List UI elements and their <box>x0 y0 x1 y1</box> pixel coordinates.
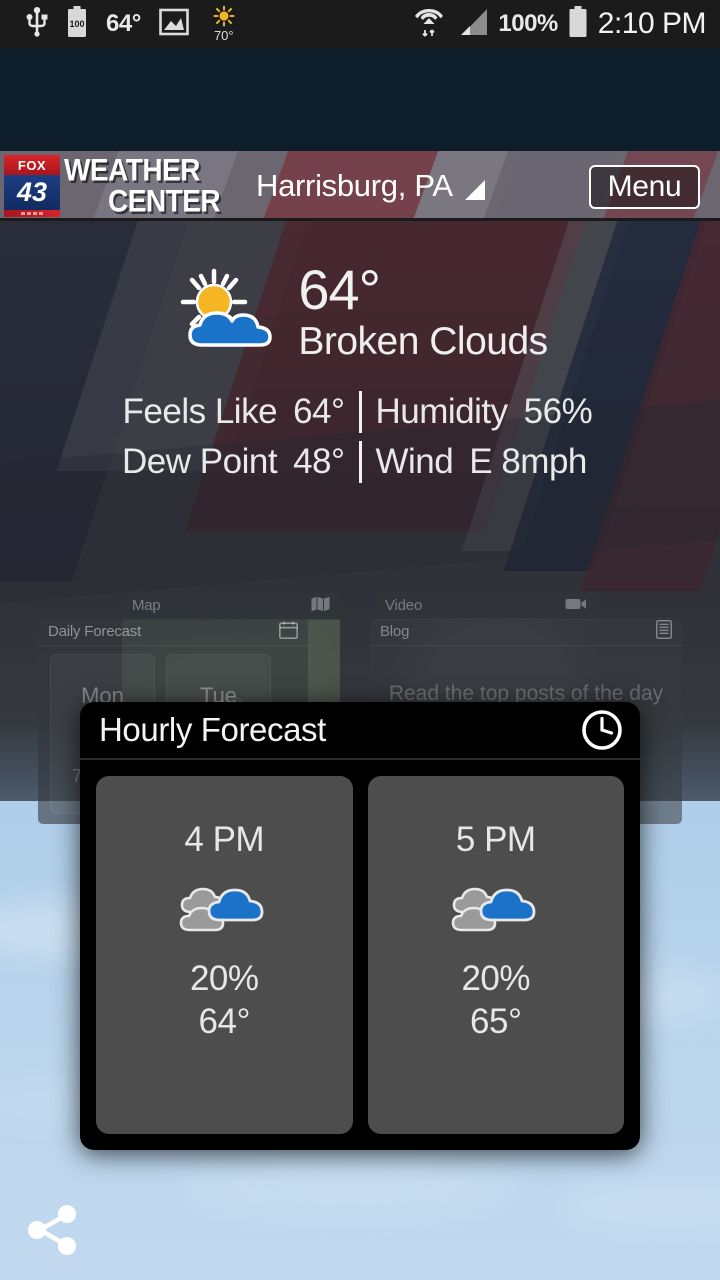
stat-label: Wind <box>376 442 454 482</box>
app-top-band <box>0 48 720 151</box>
fox43-logo: FOX 43 <box>4 155 60 217</box>
menu-button-label: Menu <box>608 170 682 204</box>
hourly-card[interactable]: 5 PM 20% 65° <box>368 776 625 1134</box>
hourly-temp: 65° <box>470 1001 521 1044</box>
tile-blog-header: Blog <box>370 618 682 646</box>
hourly-precip: 20% <box>190 958 259 1001</box>
cell-signal-icon <box>456 7 488 42</box>
tile-video-title: Video <box>385 597 422 614</box>
stat-wind: Wind E 8mph <box>362 442 610 482</box>
current-condition: Broken Clouds <box>298 320 547 365</box>
battery-100-icon: 100 <box>66 6 88 43</box>
stat-dew-point: Dew Point 48° <box>111 442 359 482</box>
article-icon <box>656 620 672 643</box>
stat-value: 56% <box>524 392 593 432</box>
app-header: FOX 43 WEATHER CENTER Harrisburg, PA Men… <box>0 151 720 221</box>
wordmark-line1: WEATHER <box>64 156 220 185</box>
share-icon[interactable] <box>25 1203 81 1257</box>
logo-bottom-bar <box>4 210 60 217</box>
wifi-icon <box>412 5 446 44</box>
hourly-time: 4 PM <box>184 820 264 860</box>
location-label: Harrisburg, PA <box>256 168 453 204</box>
logo-channel-number: 43 <box>4 175 60 210</box>
stat-humidity: Humidity 56% <box>362 392 610 432</box>
broken-clouds-icon <box>178 878 270 936</box>
current-conditions: 64° Broken Clouds Feels Like 64° Humidit… <box>0 262 720 487</box>
map-icon <box>311 596 330 616</box>
calendar-icon <box>279 621 298 643</box>
stat-value: 64° <box>293 392 344 432</box>
tile-map-header: Map <box>122 592 340 620</box>
status-temp: 64° <box>106 10 141 38</box>
dropdown-caret-icon <box>465 180 485 200</box>
broken-clouds-icon <box>450 878 542 936</box>
menu-button[interactable]: Menu <box>589 165 700 209</box>
sun-icon: 70° <box>207 6 241 42</box>
battery-icon <box>568 6 588 43</box>
hourly-card[interactable]: 4 PM 20% 64° <box>96 776 353 1134</box>
stat-label: Humidity <box>376 392 508 432</box>
hourly-modal-title: Hourly Forecast <box>99 711 326 749</box>
hourly-precip: 20% <box>461 958 530 1001</box>
stat-value: E 8mph <box>469 442 587 482</box>
hourly-modal-header: Hourly Forecast <box>80 702 640 760</box>
stat-label: Dew Point <box>122 442 277 482</box>
usb-icon <box>26 7 48 42</box>
stat-label: Feels Like <box>123 392 278 432</box>
tile-daily-header: Daily Forecast <box>38 618 308 646</box>
clock-icon[interactable] <box>580 708 624 752</box>
tile-map-title: Map <box>132 597 161 614</box>
photo-icon <box>159 7 189 42</box>
stats-row-2: Dew Point 48° Wind E 8mph <box>111 437 610 487</box>
current-stats: Feels Like 64° Humidity 56% Dew Point 48… <box>0 387 720 487</box>
tile-blog-title: Blog <box>380 623 409 640</box>
sun-behind-cloud-icon <box>172 267 282 359</box>
hourly-time: 5 PM <box>456 820 536 860</box>
stat-value: 48° <box>293 442 344 482</box>
battery-percent-label: 100% <box>498 10 557 38</box>
location-selector[interactable]: Harrisburg, PA <box>256 151 485 221</box>
android-status-bar: 100 64° 7 <box>0 0 720 48</box>
video-camera-icon <box>565 597 587 615</box>
tile-daily-title: Daily Forecast <box>48 623 141 640</box>
stats-row-1: Feels Like 64° Humidity 56% <box>111 387 610 437</box>
weather-center-wordmark: WEATHER CENTER <box>64 156 220 213</box>
tile-video-header: Video <box>375 592 597 620</box>
stat-feels-like: Feels Like 64° <box>111 392 359 432</box>
wordmark-line2: CENTER <box>108 187 220 216</box>
logo-fox-text: FOX <box>4 155 60 175</box>
status-clock: 2:10 PM <box>598 7 706 41</box>
battery-level-label: 100 <box>66 19 88 29</box>
hourly-modal-body: 4 PM 20% 64° 5 PM 20% 65° <box>80 760 640 1150</box>
hourly-forecast-modal: Hourly Forecast 4 PM 20% 64° 5 PM <box>80 702 640 1150</box>
sun-icon-temp: 70° <box>214 29 234 42</box>
hourly-temp: 64° <box>199 1001 250 1044</box>
current-temperature: 64° <box>298 262 547 318</box>
